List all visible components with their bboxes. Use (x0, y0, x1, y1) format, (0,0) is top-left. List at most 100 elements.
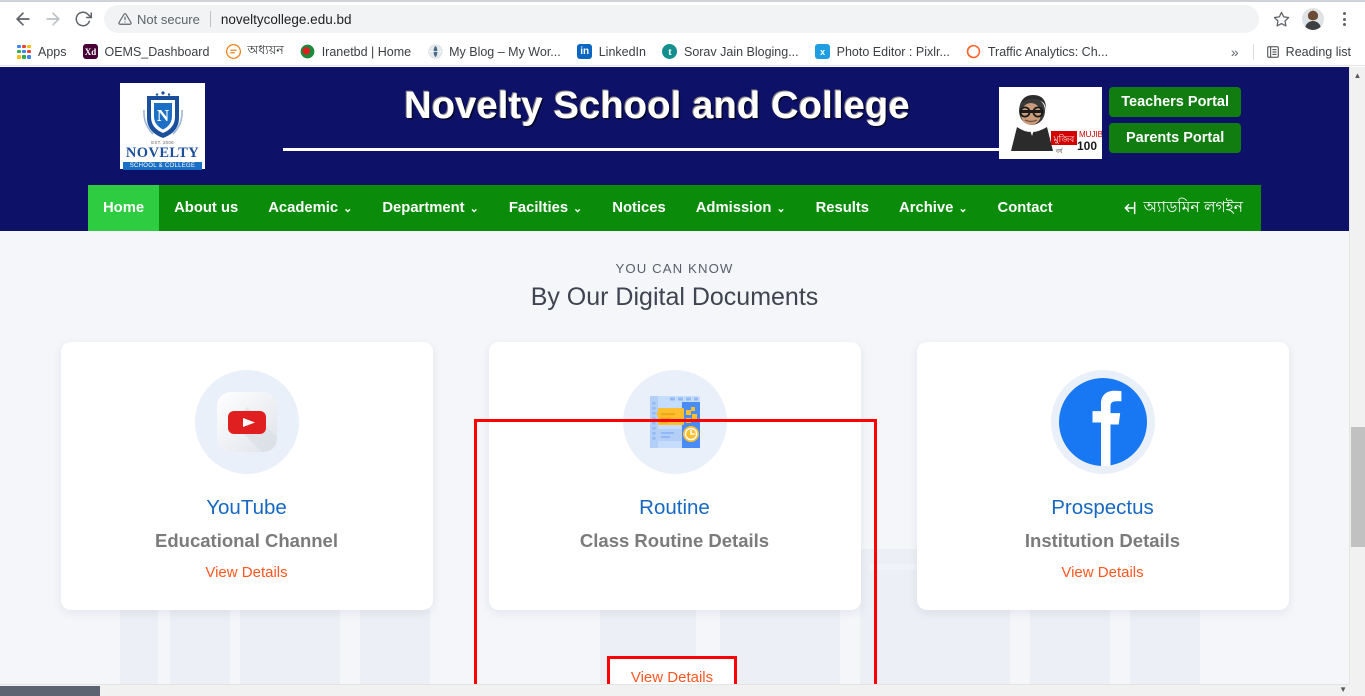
bookmark-star-icon[interactable] (1267, 5, 1295, 33)
routine-view-details-link[interactable]: View Details (607, 656, 737, 684)
forward-button[interactable] (38, 4, 68, 34)
nav-label: Academic (268, 200, 338, 216)
bookmarks-bar-right: » Reading list (1223, 42, 1357, 62)
bookmark-photo-editor[interactable]: x Photo Editor : Pixlr... (807, 41, 958, 63)
security-indicator[interactable]: Not secure (118, 12, 200, 27)
bookmark-odhyayon[interactable]: অধ্যয়ন (217, 39, 291, 65)
view-details-link[interactable]: View Details (1061, 564, 1143, 581)
teachers-portal-button[interactable]: Teachers Portal (1109, 87, 1241, 117)
bookmark-label: LinkedIn (599, 45, 646, 59)
bookmark-label: অধ্যয়ন (247, 42, 283, 62)
nav-label: Admission (696, 200, 772, 216)
nav-label: About us (174, 200, 238, 216)
security-label: Not secure (137, 12, 200, 27)
nav-item-about-us[interactable]: About us (159, 185, 253, 231)
orange-circle-icon (225, 44, 241, 60)
bookmark-label: Apps (38, 45, 67, 59)
site-title-block: Novelty School and College (283, 85, 1031, 151)
nav-item-home[interactable]: Home (88, 185, 159, 231)
admin-login-link[interactable]: অ্যাডমিন লগইন (1112, 185, 1261, 231)
vertical-scrollbar[interactable]: ▲ ▼ (1349, 67, 1365, 696)
globe-icon (427, 44, 443, 60)
profile-avatar[interactable] (1302, 8, 1324, 30)
scroll-right-arrow[interactable]: ▼ (1339, 685, 1347, 694)
portal-buttons: Teachers Portal Parents Portal (1109, 87, 1241, 153)
logo-wordmark: NOVELTY (126, 146, 199, 161)
view-details-link[interactable]: View Details (205, 564, 287, 581)
reading-list-button[interactable]: Reading list (1260, 42, 1357, 62)
bookmark-sorav-jain[interactable]: t Sorav Jain Bloging... (654, 41, 807, 63)
nav-item-archive[interactable]: Archive ⌄ (884, 185, 983, 231)
apps-grid-icon (16, 44, 32, 60)
title-underline (283, 148, 1031, 151)
facebook-icon (1051, 370, 1155, 474)
nav-label: Notices (612, 200, 665, 216)
divider (1253, 44, 1254, 60)
nav-label: Contact (998, 200, 1053, 216)
nav-item-department[interactable]: Department ⌄ (367, 185, 493, 231)
nav-item-notices[interactable]: Notices (597, 185, 680, 231)
site-logo[interactable]: N EST. 2006 NOVELTY SCHOOL & COLLEGE (120, 83, 205, 169)
bookmark-label: My Blog – My Wor... (449, 45, 561, 59)
svg-text:বর্ষ: বর্ষ (1055, 148, 1064, 155)
nav-item-contact[interactable]: Contact (983, 185, 1068, 231)
nav-item-results[interactable]: Results (801, 185, 884, 231)
bookmark-traffic-analytics[interactable]: Traffic Analytics: Ch... (958, 41, 1116, 63)
bookmark-label: Iranetbd | Home (322, 45, 411, 59)
bookmark-my-blog[interactable]: My Blog – My Wor... (419, 41, 569, 63)
documents-card-row: YouTube Educational Channel View Details (0, 342, 1349, 610)
nav-item-academic[interactable]: Academic ⌄ (253, 185, 367, 231)
back-button[interactable] (8, 4, 38, 34)
main-navigation: Home About us Academic ⌄ Department ⌄ Fa (0, 185, 1349, 231)
bookmark-label: Sorav Jain Bloging... (684, 45, 799, 59)
scrollbar-corner (1349, 684, 1365, 696)
scroll-up-arrow[interactable]: ▲ (1350, 67, 1365, 84)
nav-item-admission[interactable]: Admission ⌄ (681, 185, 801, 231)
url-text: noveltycollege.edu.bd (221, 12, 352, 27)
bookmark-apps[interactable]: Apps (8, 41, 75, 63)
nav-label: Home (103, 200, 144, 216)
parents-portal-button[interactable]: Parents Portal (1109, 123, 1241, 153)
bookmarks-overflow-button[interactable]: » (1223, 44, 1247, 60)
card-title: Routine (639, 496, 710, 520)
section-title: By Our Digital Documents (0, 283, 1349, 312)
bookmarks-bar: Apps Xd OEMS_Dashboard অধ্যয়ন Iranetbd … (0, 38, 1365, 66)
horizontal-scrollbar-thumb[interactable] (0, 686, 100, 696)
address-bar[interactable]: Not secure noveltycollege.edu.bd (104, 5, 1259, 33)
svg-text:MUJIB: MUJIB (1079, 130, 1102, 139)
nav-label: Facilties (509, 200, 568, 216)
shield-monogram-icon: N (141, 90, 185, 140)
section-heading: YOU CAN KNOW By Our Digital Documents (0, 231, 1349, 312)
pixlr-icon: x (815, 44, 831, 60)
tumblr-icon: t (662, 44, 678, 60)
omnibox-divider (210, 11, 211, 27)
browser-menu-icon[interactable] (1331, 5, 1357, 33)
bookmark-iranetbd[interactable]: Iranetbd | Home (292, 41, 419, 63)
card-subtitle: Institution Details (1025, 530, 1180, 552)
horizontal-scrollbar[interactable]: ▼ (0, 684, 1349, 696)
linkedin-icon: in (577, 44, 593, 60)
bookmark-label: Photo Editor : Pixlr... (837, 45, 950, 59)
card-title: Prospectus (1051, 496, 1154, 520)
vertical-scrollbar-thumb[interactable] (1351, 427, 1365, 547)
card-youtube[interactable]: YouTube Educational Channel View Details (61, 342, 433, 610)
bookmark-oems-dashboard[interactable]: Xd OEMS_Dashboard (75, 41, 218, 63)
card-prospectus[interactable]: Prospectus Institution Details View Deta… (917, 342, 1289, 610)
bookmark-linkedin[interactable]: in LinkedIn (569, 41, 654, 63)
card-subtitle: Educational Channel (155, 530, 338, 552)
red-green-circle-icon (300, 44, 316, 60)
svg-text:মুজিব: মুজিব (1053, 134, 1076, 145)
page-title: Novelty School and College (283, 85, 1031, 128)
nav-label: Archive (899, 200, 953, 216)
card-routine[interactable]: Routine Class Routine Details View Detai… (489, 342, 861, 610)
mujib-borsho-banner: মুজিব MUJIB 100 বর্ষ (999, 87, 1102, 159)
nav-item-facilities[interactable]: Facilties ⌄ (494, 185, 597, 231)
nav-label: Department (382, 200, 464, 216)
section-kicker: YOU CAN KNOW (0, 261, 1349, 276)
reload-button[interactable] (68, 4, 98, 34)
site-header: N EST. 2006 NOVELTY SCHOOL & COLLEGE Nov… (0, 67, 1349, 185)
chevron-down-icon: ⌄ (343, 202, 352, 215)
reading-list-label: Reading list (1286, 45, 1351, 59)
webpage: N EST. 2006 NOVELTY SCHOOL & COLLEGE Nov… (0, 67, 1349, 684)
bookmark-label: OEMS_Dashboard (105, 45, 210, 59)
